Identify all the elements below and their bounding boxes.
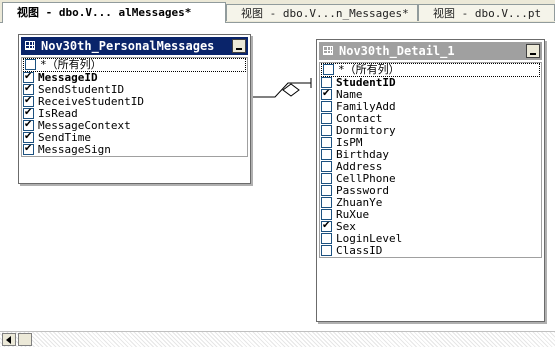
- column-list: *（所有列）MessageIDSendStudentIDReceiveStude…: [21, 57, 248, 157]
- column-name: *（所有列）: [40, 58, 102, 71]
- column-row[interactable]: StudentID: [320, 77, 541, 89]
- column-checkbox[interactable]: [23, 108, 34, 119]
- table-panel-detail[interactable]: Nov30th_Detail_1 *（所有列）StudentIDNameFami…: [316, 39, 545, 322]
- column-row[interactable]: FamilyAdd: [320, 101, 541, 113]
- column-name: MessageID: [38, 72, 98, 84]
- column-row[interactable]: ClassID: [320, 245, 541, 257]
- column-name: *（所有列）: [338, 63, 400, 76]
- column-row[interactable]: LoginLevel: [320, 233, 541, 245]
- column-name: IsRead: [38, 108, 78, 120]
- column-name: Password: [336, 185, 389, 197]
- column-row[interactable]: SendTime: [22, 132, 247, 144]
- column-name: Dormitory: [336, 125, 396, 137]
- table-title: Nov30th_PersonalMessages: [41, 39, 215, 53]
- minimize-button[interactable]: [526, 44, 540, 58]
- column-checkbox[interactable]: [321, 233, 332, 244]
- table-panel-personal-messages[interactable]: Nov30th_PersonalMessages *（所有列）MessageID…: [18, 34, 251, 184]
- column-name: ZhuanYe: [336, 197, 383, 209]
- column-checkbox[interactable]: [23, 84, 34, 95]
- column-name: StudentID: [336, 77, 396, 89]
- column-name: IsPM: [336, 137, 363, 149]
- column-checkbox[interactable]: [23, 120, 34, 131]
- column-checkbox[interactable]: [321, 77, 332, 88]
- column-row[interactable]: Dormitory: [320, 125, 541, 137]
- horizontal-scrollbar[interactable]: [0, 331, 555, 347]
- column-list: *（所有列）StudentIDNameFamilyAddContactDormi…: [319, 62, 542, 258]
- column-row[interactable]: *（所有列）: [23, 58, 246, 72]
- column-checkbox[interactable]: [321, 209, 332, 220]
- column-name: MessageContext: [38, 120, 131, 132]
- column-name: RuXue: [336, 209, 370, 221]
- column-row[interactable]: RuXue: [320, 209, 541, 221]
- column-checkbox[interactable]: [321, 185, 332, 196]
- column-row[interactable]: MessageContext: [22, 120, 247, 132]
- column-checkbox[interactable]: [23, 72, 34, 83]
- column-checkbox[interactable]: [321, 125, 332, 136]
- column-name: Name: [336, 89, 363, 101]
- column-row[interactable]: Address: [320, 161, 541, 173]
- column-checkbox[interactable]: [321, 221, 332, 232]
- column-name: LoginLevel: [336, 233, 403, 245]
- column-checkbox[interactable]: [323, 64, 334, 75]
- column-row[interactable]: IsRead: [22, 108, 247, 120]
- column-name: Sex: [336, 221, 356, 233]
- column-row[interactable]: Sex: [320, 221, 541, 233]
- table-grid-icon: [25, 41, 35, 50]
- column-checkbox[interactable]: [321, 89, 332, 100]
- column-checkbox[interactable]: [321, 149, 332, 160]
- column-row[interactable]: Password: [320, 185, 541, 197]
- table-title: Nov30th_Detail_1: [339, 44, 455, 58]
- column-name: MessageSign: [38, 144, 111, 156]
- column-row[interactable]: Contact: [320, 113, 541, 125]
- column-name: SendStudentID: [38, 84, 125, 96]
- column-row[interactable]: ReceiveStudentID: [22, 96, 247, 108]
- column-checkbox[interactable]: [23, 144, 34, 155]
- column-checkbox[interactable]: [321, 245, 332, 256]
- column-row[interactable]: ZhuanYe: [320, 197, 541, 209]
- scroll-thumb[interactable]: [18, 333, 32, 346]
- column-name: SendTime: [38, 132, 91, 144]
- column-row[interactable]: Name: [320, 89, 541, 101]
- column-name: Address: [336, 161, 383, 173]
- column-checkbox[interactable]: [23, 132, 34, 143]
- column-row[interactable]: IsPM: [320, 137, 541, 149]
- column-checkbox[interactable]: [321, 137, 332, 148]
- column-name: Birthday: [336, 149, 389, 161]
- column-row[interactable]: CellPhone: [320, 173, 541, 185]
- column-row[interactable]: SendStudentID: [22, 84, 247, 96]
- column-checkbox[interactable]: [321, 197, 332, 208]
- scroll-left-arrow-icon[interactable]: [2, 333, 16, 346]
- column-checkbox[interactable]: [321, 101, 332, 112]
- column-name: ClassID: [336, 245, 383, 257]
- column-checkbox[interactable]: [321, 113, 332, 124]
- table-title-bar[interactable]: Nov30th_Detail_1: [319, 42, 542, 60]
- column-checkbox[interactable]: [321, 161, 332, 172]
- column-row[interactable]: *（所有列）: [321, 63, 540, 77]
- column-row[interactable]: MessageID: [22, 72, 247, 84]
- column-checkbox[interactable]: [23, 96, 34, 107]
- column-checkbox[interactable]: [25, 59, 36, 70]
- column-name: FamilyAdd: [336, 101, 396, 113]
- column-name: CellPhone: [336, 173, 396, 185]
- column-name: ReceiveStudentID: [38, 96, 144, 108]
- column-checkbox[interactable]: [321, 173, 332, 184]
- minimize-button[interactable]: [232, 39, 246, 53]
- table-title-bar[interactable]: Nov30th_PersonalMessages: [21, 37, 248, 55]
- column-name: Contact: [336, 113, 383, 125]
- column-row[interactable]: Birthday: [320, 149, 541, 161]
- table-grid-icon: [323, 46, 333, 55]
- column-row[interactable]: MessageSign: [22, 144, 247, 156]
